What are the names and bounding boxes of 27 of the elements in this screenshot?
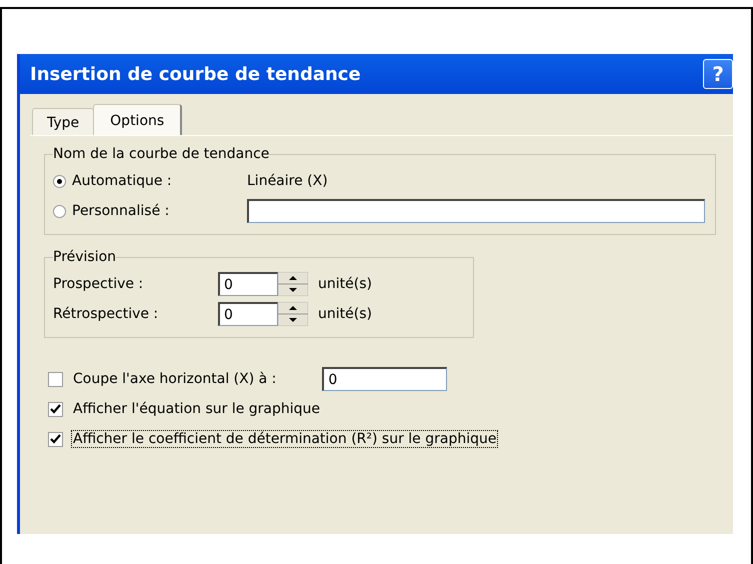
checkbox-label[interactable]: Afficher le coefficient de détermination (R²) sur le graphique: [71, 430, 498, 448]
spinner-arrows-icon[interactable]: [278, 272, 308, 296]
help-button[interactable]: ?: [703, 59, 733, 89]
radio-button[interactable]: [53, 204, 66, 218]
number-field[interactable]: 0: [218, 272, 278, 296]
radio-label[interactable]: Automatique :: [72, 173, 247, 189]
checkbox[interactable]: [48, 402, 63, 416]
checkbox-label[interactable]: Coupe l'axe horizontal (X) à :: [71, 370, 278, 388]
field-label: Rétrospective :: [53, 306, 160, 322]
radio-button[interactable]: [53, 174, 66, 188]
checkbox[interactable]: [48, 372, 63, 386]
unit-label: unité(s): [318, 306, 372, 322]
spinner-arrows-icon[interactable]: [278, 302, 308, 326]
input-field[interactable]: [247, 199, 705, 223]
unit-label: unité(s): [318, 276, 372, 292]
group-title: Prévision: [53, 249, 116, 265]
number-field[interactable]: 0: [218, 302, 278, 326]
trendline-name: Linéaire (X): [247, 173, 328, 189]
tab[interactable]: Type: [32, 108, 94, 135]
tab[interactable]: Options: [93, 104, 182, 135]
field-label: Prospective :: [53, 276, 144, 292]
group-title: Nom de la courbe de tendance: [53, 146, 270, 162]
input-field[interactable]: 0: [322, 367, 448, 391]
checkbox-label[interactable]: Afficher l'équation sur le graphique: [71, 400, 322, 418]
radio-label[interactable]: Personnalisé :: [72, 203, 247, 219]
window-title: Insertion de courbe de tendance: [30, 64, 361, 84]
checkbox[interactable]: [48, 432, 63, 446]
